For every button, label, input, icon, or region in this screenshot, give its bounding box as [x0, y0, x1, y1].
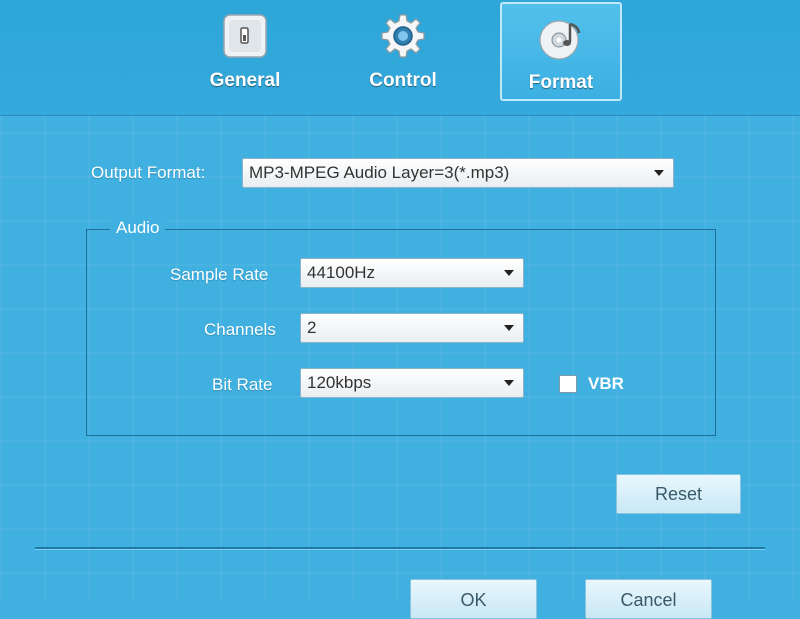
vbr-checkbox[interactable] — [559, 375, 577, 393]
tab-control-label: Control — [369, 70, 437, 91]
reset-button[interactable]: Reset — [616, 474, 741, 514]
sample-rate-value: 44100Hz — [307, 263, 376, 282]
footer-divider — [35, 547, 765, 550]
tab-general[interactable]: General — [184, 2, 306, 101]
bit-rate-label: Bit Rate — [212, 375, 273, 394]
chevron-down-icon — [504, 270, 514, 276]
tab-control[interactable]: Control — [342, 2, 464, 101]
sample-rate-select[interactable]: 44100Hz — [300, 258, 524, 288]
bit-rate-select[interactable]: 120kbps — [300, 368, 524, 398]
disc-music-icon — [537, 14, 585, 62]
gear-icon — [379, 12, 427, 60]
chevron-down-icon — [504, 325, 514, 331]
chevron-down-icon — [654, 170, 664, 176]
channels-value: 2 — [307, 318, 317, 337]
bit-rate-value: 120kbps — [307, 373, 372, 392]
vbr-label: VBR — [588, 374, 624, 393]
audio-group-title: Audio — [110, 218, 166, 238]
tab-format-label: Format — [528, 72, 594, 93]
settings-toolbar: General Control Format — [0, 0, 800, 116]
switch-icon — [221, 12, 269, 60]
ok-button[interactable]: OK — [410, 579, 537, 619]
channels-label: Channels — [204, 320, 276, 339]
sample-rate-label: Sample Rate — [170, 265, 269, 284]
chevron-down-icon — [504, 380, 514, 386]
output-format-select[interactable]: MP3-MPEG Audio Layer=3(*.mp3) — [242, 158, 674, 188]
output-format-label: Output Format: — [91, 163, 206, 182]
tab-general-label: General — [209, 70, 281, 91]
tab-format[interactable]: Format — [500, 2, 622, 101]
cancel-button[interactable]: Cancel — [585, 579, 712, 619]
output-format-value: MP3-MPEG Audio Layer=3(*.mp3) — [249, 163, 510, 182]
channels-select[interactable]: 2 — [300, 313, 524, 343]
